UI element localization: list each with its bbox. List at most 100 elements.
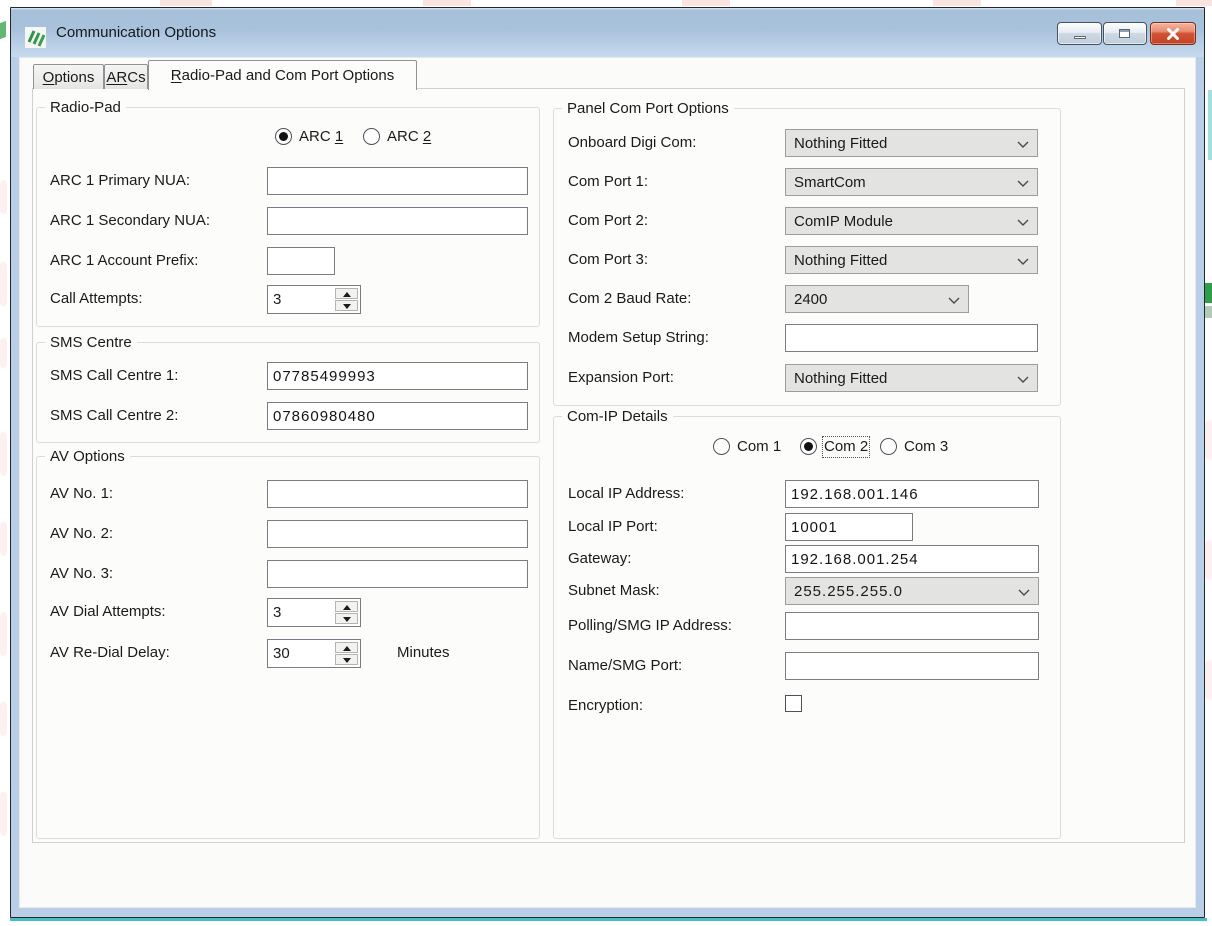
- radio-com2-label[interactable]: Com 2: [824, 438, 868, 456]
- input-local-ip-address[interactable]: [785, 480, 1039, 508]
- select-subnet-mask[interactable]: 255.255.255.0: [785, 577, 1039, 605]
- radio-com3-label[interactable]: Com 3: [904, 438, 948, 456]
- label-name-smg-port: Name/SMG Port:: [568, 657, 682, 675]
- input-polling-smg-ip[interactable]: [785, 612, 1039, 640]
- tab-radio-pad-com-port[interactable]: Radio-Pad and Com Port Options: [148, 60, 417, 90]
- chevron-down-icon: [1017, 217, 1029, 228]
- input-av-no-1[interactable]: [267, 480, 528, 508]
- input-arc1-primary-nua[interactable]: [267, 167, 528, 195]
- select-com-port-1[interactable]: SmartCom: [785, 168, 1038, 196]
- group-title: Radio-Pad: [45, 99, 126, 116]
- select-value: Nothing Fitted: [794, 370, 887, 387]
- up-arrow-icon: [343, 605, 351, 610]
- input-arc1-account-prefix[interactable]: [267, 247, 335, 275]
- label-minutes: Minutes: [397, 644, 450, 662]
- checkbox-encryption[interactable]: [785, 695, 802, 712]
- bg-artifact: [1205, 420, 1212, 460]
- bg-artifact: [1176, 0, 1212, 6]
- chevron-down-icon: [1017, 139, 1029, 150]
- select-com-port-3[interactable]: Nothing Fitted: [785, 246, 1038, 274]
- select-value: 2400: [794, 291, 827, 308]
- label-sms-centre-1: SMS Call Centre 1:: [50, 367, 178, 385]
- label-expansion-port: Expansion Port:: [568, 369, 674, 387]
- bg-artifact: [0, 522, 7, 556]
- bg-artifact: [0, 262, 7, 306]
- select-value: Nothing Fitted: [794, 252, 887, 269]
- label-subnet-mask: Subnet Mask:: [568, 582, 660, 600]
- input-name-smg-port[interactable]: [785, 652, 1039, 680]
- select-expansion-port[interactable]: Nothing Fitted: [785, 364, 1038, 392]
- group-title: SMS Centre: [45, 334, 137, 351]
- up-arrow-icon: [343, 292, 351, 297]
- label-com-2-baud-rate: Com 2 Baud Rate:: [568, 290, 691, 308]
- spinner-call-attempts[interactable]: 3: [267, 285, 361, 314]
- radio-arc1-label[interactable]: ARC 1: [299, 128, 343, 146]
- input-modem-setup-string[interactable]: [785, 324, 1038, 352]
- spinner-value: 3: [273, 291, 281, 308]
- chevron-down-icon: [1018, 587, 1030, 598]
- group-title: Panel Com Port Options: [562, 100, 734, 117]
- bg-artifact: [160, 0, 212, 6]
- bg-artifact: [0, 792, 7, 836]
- radio-com3[interactable]: [880, 438, 897, 455]
- spin-down-button[interactable]: [335, 300, 358, 311]
- select-value: SmartCom: [794, 174, 866, 191]
- label-local-ip-address: Local IP Address:: [568, 485, 684, 503]
- bg-artifact: [1205, 306, 1212, 318]
- input-av-no-2[interactable]: [267, 520, 528, 548]
- label-call-attempts: Call Attempts:: [50, 290, 143, 308]
- label-polling-smg-ip: Polling/SMG IP Address:: [568, 617, 732, 635]
- spinner-av-dial-attempts[interactable]: 3: [267, 598, 361, 627]
- bg-artifact: [1205, 540, 1212, 580]
- input-sms-centre-1[interactable]: [267, 362, 528, 390]
- input-arc1-secondary-nua[interactable]: [267, 207, 528, 235]
- radio-arc1[interactable]: [275, 128, 292, 145]
- input-gateway[interactable]: [785, 545, 1039, 573]
- label-arc1-account-prefix: ARC 1 Account Prefix:: [50, 252, 198, 270]
- bg-artifact: [10, 918, 1207, 921]
- label-onboard-digi-com: Onboard Digi Com:: [568, 134, 696, 152]
- spinner-av-redial-delay[interactable]: 30: [267, 639, 361, 668]
- up-arrow-icon: [343, 646, 351, 651]
- chevron-down-icon: [1017, 256, 1029, 267]
- label-sms-centre-2: SMS Call Centre 2:: [50, 407, 178, 425]
- bg-artifact: [0, 21, 6, 39]
- label-com-port-3: Com Port 3:: [568, 251, 648, 269]
- label-av-no-2: AV No. 2:: [50, 525, 113, 543]
- spin-up-button[interactable]: [335, 288, 358, 299]
- select-value: ComIP Module: [794, 213, 893, 230]
- tab-arcs[interactable]: ARCs: [104, 64, 148, 89]
- select-value: Nothing Fitted: [794, 135, 887, 152]
- select-com-port-2[interactable]: ComIP Module: [785, 207, 1038, 235]
- bg-artifact: [0, 612, 7, 656]
- input-local-ip-port[interactable]: [785, 513, 913, 541]
- group-title: Com-IP Details: [562, 408, 673, 425]
- select-com-2-baud-rate[interactable]: 2400: [785, 285, 969, 313]
- radio-com1-label[interactable]: Com 1: [737, 438, 781, 456]
- label-av-no-3: AV No. 3:: [50, 565, 113, 583]
- input-sms-centre-2[interactable]: [267, 402, 528, 430]
- label-com-port-1: Com Port 1:: [568, 173, 648, 191]
- select-onboard-digi-com[interactable]: Nothing Fitted: [785, 129, 1038, 157]
- radio-com1[interactable]: [713, 438, 730, 455]
- bg-artifact: [1205, 283, 1212, 303]
- label-local-ip-port: Local IP Port:: [568, 518, 658, 536]
- bg-artifact: [933, 0, 981, 6]
- bg-artifact: [0, 180, 7, 214]
- label-arc1-primary-nua: ARC 1 Primary NUA:: [50, 172, 190, 190]
- radio-com2[interactable]: [800, 438, 817, 455]
- spin-down-button[interactable]: [335, 654, 358, 665]
- radio-arc2-label[interactable]: ARC 2: [387, 128, 431, 146]
- bg-artifact: [423, 0, 471, 6]
- label-arc1-secondary-nua: ARC 1 Secondary NUA:: [50, 212, 210, 230]
- radio-arc2[interactable]: [363, 128, 380, 145]
- chevron-down-icon: [1017, 178, 1029, 189]
- tab-options[interactable]: Options: [33, 64, 104, 89]
- label-av-redial-delay: AV Re-Dial Delay:: [50, 644, 170, 662]
- input-av-no-3[interactable]: [267, 560, 528, 588]
- chevron-down-icon: [948, 295, 960, 306]
- spinner-value: 3: [273, 604, 281, 621]
- spin-down-button[interactable]: [335, 613, 358, 624]
- spin-up-button[interactable]: [335, 601, 358, 612]
- spin-up-button[interactable]: [335, 642, 358, 653]
